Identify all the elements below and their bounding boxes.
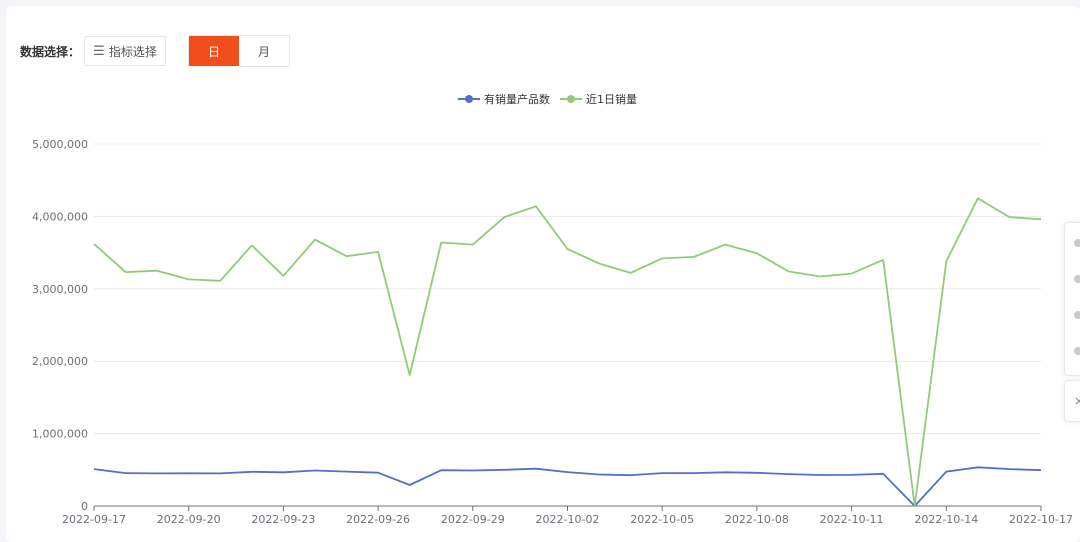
close-icon[interactable]: × — [1064, 380, 1080, 422]
x-tick-label: 2022-09-20 — [157, 513, 221, 526]
legend-marker-2 — [567, 95, 575, 103]
series-line-1 — [93, 466, 1042, 507]
y-tick-label: 2,000,000 — [32, 355, 88, 368]
x-tick-label: 2022-10-02 — [536, 513, 600, 526]
side-tool-icon-4[interactable] — [1074, 347, 1080, 355]
y-tick-label: 0 — [81, 500, 88, 513]
x-tick-label: 2022-10-14 — [914, 513, 978, 526]
y-tick-label: 3,000,000 — [32, 283, 88, 296]
line-chart: 0 1,000,000 2,000,000 3,000,000 4,000,000 5,0… — [32, 92, 1073, 526]
side-tool-icon-1[interactable] — [1074, 239, 1080, 247]
legend-marker-1 — [465, 95, 473, 103]
x-tick-label: 2022-10-08 — [725, 513, 789, 526]
y-tick-label: 1,000,000 — [32, 428, 88, 441]
x-tick-label: 2022-10-05 — [630, 513, 694, 526]
side-tool-icon-3[interactable] — [1074, 311, 1080, 319]
x-tick-label: 2022-10-11 — [820, 513, 884, 526]
x-tick-label: 2022-09-17 — [62, 513, 126, 526]
y-tick-label: 5,000,000 — [32, 138, 88, 151]
x-tick-label: 2022-09-29 — [441, 513, 505, 526]
legend-label-1: 有销量产品数 — [484, 92, 550, 106]
legend-label-2: 近1日销量 — [586, 92, 637, 106]
series-line-2 — [93, 197, 1042, 507]
x-tick-label: 2022-10-17 — [1009, 513, 1073, 526]
x-tick-label: 2022-09-23 — [251, 513, 315, 526]
x-tick-label: 2022-09-26 — [346, 513, 410, 526]
side-tool-icon-2[interactable] — [1074, 275, 1080, 283]
y-tick-label: 4,000,000 — [32, 210, 88, 223]
side-toolbar[interactable] — [1064, 222, 1080, 376]
